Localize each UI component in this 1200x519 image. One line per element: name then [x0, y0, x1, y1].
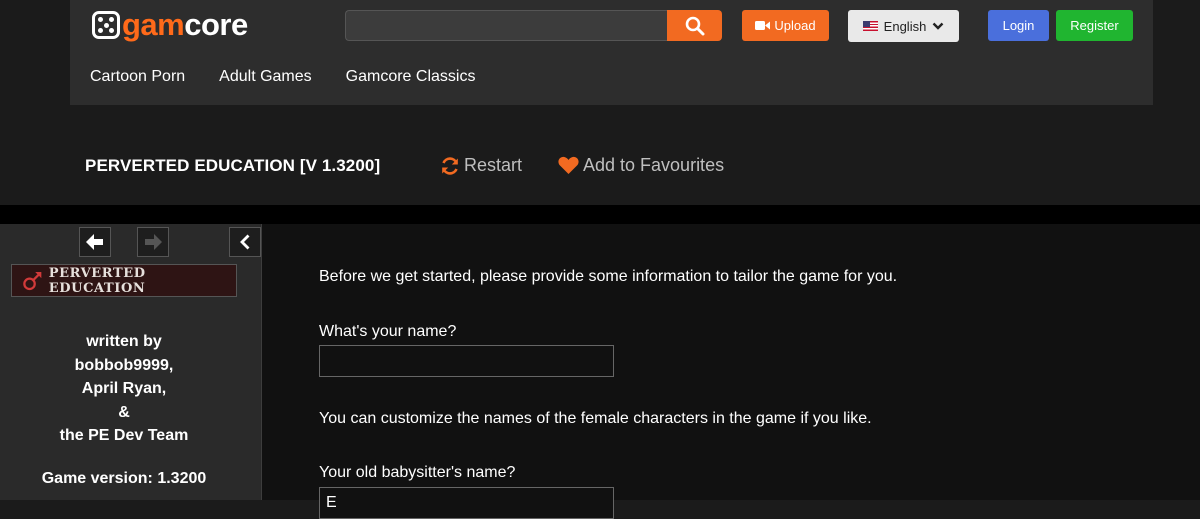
chevron-down-icon [932, 22, 944, 30]
credits-line: April Ryan, [81, 380, 167, 397]
language-select[interactable]: English [848, 10, 959, 42]
credits-line: written by [86, 333, 162, 350]
collapse-sidebar-button[interactable] [229, 227, 261, 257]
refresh-icon [442, 156, 458, 175]
game-sidebar: PERVERTED EDUCATION written by bobbob999… [0, 224, 262, 500]
credits-line: bobbob9999, [74, 356, 174, 374]
game-version: Game version: 1.3200 [41, 470, 207, 487]
upload-label: Upload [774, 18, 816, 33]
intro-text: Before we get started, please provide so… [319, 268, 898, 285]
chevron-left-icon [240, 234, 250, 250]
customize-text: You can customize the names of the femal… [319, 410, 872, 427]
register-button[interactable]: Register [1056, 10, 1133, 41]
logo-text: gamcore [122, 7, 248, 42]
forward-button[interactable] [137, 227, 169, 257]
add-to-favourites-button[interactable]: Add to Favourites [558, 155, 724, 176]
nav-item-gamcore-classics[interactable]: Gamcore Classics [346, 68, 476, 86]
search-input[interactable] [345, 10, 667, 41]
arrow-right-icon [145, 234, 162, 250]
favourites-label: Add to Favourites [583, 155, 725, 175]
credits-line: & [118, 403, 130, 421]
language-label: English [883, 18, 927, 34]
upload-button[interactable]: Upload [742, 10, 829, 41]
name-input[interactable] [319, 345, 614, 377]
login-label: Login [1002, 18, 1035, 33]
babysitter-name-input[interactable] [319, 487, 614, 519]
site-header: gamcore Upload English Login Register Ca… [70, 0, 1153, 105]
search-icon [685, 16, 704, 35]
babysitter-question: Your old babysitter's name? [319, 464, 516, 481]
gender-symbol-icon [23, 271, 42, 290]
credits: written by bobbob9999, April Ryan, & the… [0, 330, 248, 448]
restart-button[interactable]: Restart [440, 155, 522, 176]
main-nav: Cartoon Porn Adult Games Gamcore Classic… [90, 68, 509, 86]
back-button[interactable] [79, 227, 111, 257]
game-main: Before we get started, please provide so… [262, 224, 1200, 519]
banner-text: PERVERTED EDUCATION [48, 265, 146, 296]
restart-label: Restart [464, 155, 523, 175]
login-button[interactable]: Login [988, 10, 1049, 41]
divider-strip [0, 205, 1200, 224]
us-flag-icon [862, 21, 878, 31]
register-label: Register [1070, 18, 1119, 33]
game-banner: PERVERTED EDUCATION [11, 264, 237, 297]
site-logo[interactable]: gamcore [92, 8, 248, 42]
search-button[interactable] [667, 10, 722, 41]
nav-item-cartoon-porn[interactable]: Cartoon Porn [90, 68, 185, 86]
credits-line: the PE Dev Team [59, 427, 189, 444]
nav-item-adult-games[interactable]: Adult Games [219, 68, 311, 86]
arrow-left-icon [86, 234, 103, 250]
heart-icon [558, 156, 579, 174]
game-title: PERVERTED EDUCATION [V 1.3200] [85, 156, 381, 175]
video-camera-icon [755, 21, 771, 30]
dice-icon [92, 11, 120, 39]
name-question: What's your name? [319, 323, 457, 340]
